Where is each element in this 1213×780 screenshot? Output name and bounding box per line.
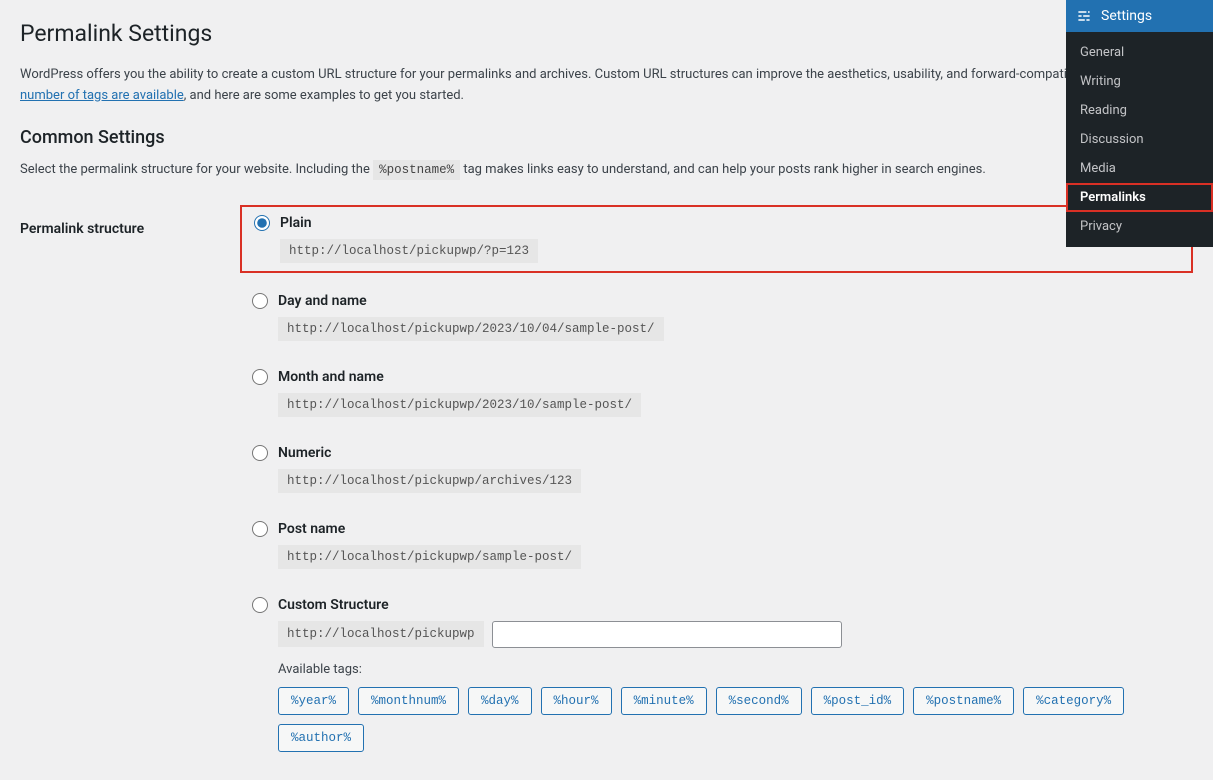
radio-numeric[interactable] — [252, 445, 268, 461]
radio-custom[interactable] — [252, 597, 268, 613]
intro-paragraph: WordPress offers you the ability to crea… — [20, 65, 1193, 107]
url-sample: http://localhost/pickupwp/?p=123 — [280, 239, 538, 263]
radio-day-and-name[interactable] — [252, 293, 268, 309]
radio-post-name[interactable] — [252, 521, 268, 537]
label-post-name: Post name — [278, 521, 345, 537]
sidebar-item-general[interactable]: General — [1066, 38, 1213, 67]
sidebar-item-discussion[interactable]: Discussion — [1066, 125, 1213, 154]
radio-plain[interactable] — [254, 215, 270, 231]
postname-tag-code: %postname% — [373, 160, 460, 180]
sidebar-item-permalinks[interactable]: Permalinks — [1066, 183, 1213, 212]
label-month-and-name: Month and name — [278, 369, 384, 385]
option-numeric: Numeric http://localhost/pickupwp/archive… — [240, 437, 1193, 501]
sidebar-item-media[interactable]: Media — [1066, 154, 1213, 183]
tag-button[interactable]: %monthnum% — [358, 687, 459, 715]
label-plain: Plain — [280, 215, 312, 231]
permalink-structure-label: Permalink structure — [20, 205, 240, 772]
sidebar-item-reading[interactable]: Reading — [1066, 96, 1213, 125]
tag-button[interactable]: %second% — [716, 687, 802, 715]
option-post-name: Post name http://localhost/pickupwp/sampl… — [240, 513, 1193, 577]
common-settings-heading: Common Settings — [20, 127, 1193, 148]
label-numeric: Numeric — [278, 445, 331, 461]
url-sample: http://localhost/pickupwp/2023/10/sample… — [278, 393, 641, 417]
tag-button[interactable]: %hour% — [541, 687, 612, 715]
url-sample: http://localhost/pickupwp/2023/10/04/sam… — [278, 317, 664, 341]
intro-text-before: WordPress offers you the ability to crea… — [20, 67, 1183, 82]
label-day-and-name: Day and name — [278, 293, 367, 309]
intro-text-after: , and here are some examples to get you … — [184, 88, 464, 103]
option-day-and-name: Day and name http://localhost/pickupwp/20… — [240, 285, 1193, 349]
sidebar-title: Settings — [1101, 8, 1152, 24]
sidebar-header[interactable]: Settings — [1066, 0, 1213, 32]
tag-button[interactable]: %minute% — [621, 687, 707, 715]
tag-button[interactable]: %author% — [278, 724, 364, 752]
label-custom: Custom Structure — [278, 597, 389, 613]
url-sample: http://localhost/pickupwp/archives/123 — [278, 469, 581, 493]
sidebar-item-privacy[interactable]: Privacy — [1066, 212, 1213, 241]
tag-button[interactable]: %post_id% — [811, 687, 905, 715]
option-month-and-name: Month and name http://localhost/pickupwp/… — [240, 361, 1193, 425]
tags-available-link[interactable]: number of tags are available — [20, 88, 184, 103]
custom-structure-input[interactable] — [492, 621, 842, 648]
tag-button[interactable]: %postname% — [913, 687, 1014, 715]
option-custom: Custom Structure http://localhost/pickup… — [240, 589, 1193, 760]
desc-after: tag makes links easy to understand, and … — [463, 162, 985, 177]
available-tags-label: Available tags: — [278, 662, 1181, 677]
sliders-icon — [1076, 7, 1094, 25]
common-settings-desc: Select the permalink structure for your … — [20, 162, 1193, 177]
option-plain: Plain http://localhost/pickupwp/?p=123 — [240, 205, 1193, 273]
url-sample: http://localhost/pickupwp/sample-post/ — [278, 545, 581, 569]
sidebar-item-writing[interactable]: Writing — [1066, 67, 1213, 96]
tag-button[interactable]: %year% — [278, 687, 349, 715]
custom-prefix: http://localhost/pickupwp — [278, 621, 484, 647]
radio-month-and-name[interactable] — [252, 369, 268, 385]
tag-button[interactable]: %day% — [468, 687, 532, 715]
tag-button[interactable]: %category% — [1023, 687, 1124, 715]
settings-sidebar: Settings GeneralWritingReadingDiscussion… — [1066, 0, 1213, 247]
page-title: Permalink Settings — [20, 20, 1193, 47]
desc-before: Select the permalink structure for your … — [20, 162, 373, 177]
